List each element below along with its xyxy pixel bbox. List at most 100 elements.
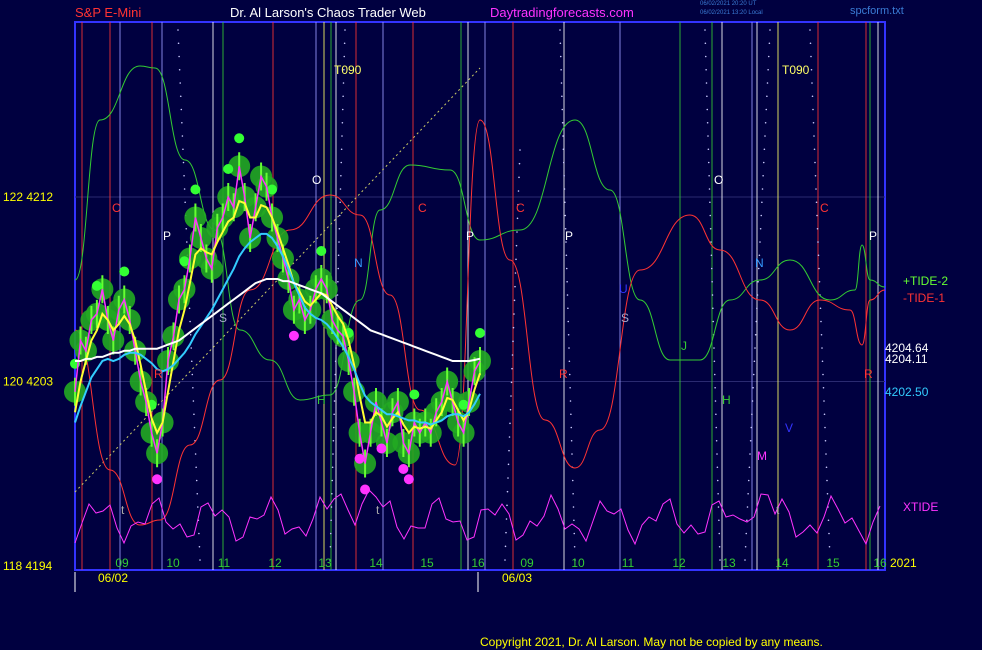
cycle-dot xyxy=(562,161,565,164)
hour-tick-label: 14 xyxy=(775,556,789,570)
cycle-dot xyxy=(510,395,512,397)
marker-letter: T090 xyxy=(782,63,810,77)
cycle-dot xyxy=(707,161,710,164)
cycle-dot xyxy=(715,439,718,442)
cycle-dot xyxy=(762,161,765,164)
cycle-dot xyxy=(189,333,192,336)
cycle-dot xyxy=(339,201,341,204)
copyright: Copyright 2021, Dr. Al Larson. May not b… xyxy=(480,635,823,649)
site-url[interactable]: Daytradingforecasts.com xyxy=(490,5,634,20)
cycle-dot xyxy=(195,479,198,482)
y-tick-label: 118 4194 xyxy=(3,559,52,573)
cycle-dot xyxy=(766,95,768,98)
marker-letter: C xyxy=(516,201,525,215)
marker-letter: P xyxy=(163,229,171,243)
cycle-dot xyxy=(333,400,336,402)
cycle-dot xyxy=(507,477,509,479)
swing-high-dot xyxy=(475,328,485,338)
cycle-dot xyxy=(811,82,813,84)
data-file: spcform.txt xyxy=(850,5,904,17)
cycle-dot xyxy=(761,188,764,190)
cycle-dot xyxy=(342,82,345,84)
marker-letter: H xyxy=(317,393,326,407)
cycle-dot xyxy=(769,29,771,31)
cycle-dot xyxy=(826,492,829,495)
hour-tick-label: 11 xyxy=(218,556,231,570)
marker-letter: T090 xyxy=(334,63,362,77)
marker-letter: U xyxy=(619,282,628,296)
cycle-dot xyxy=(519,149,521,151)
cycle-dot xyxy=(752,386,754,389)
cycle-dot xyxy=(707,148,710,151)
cycle-dot xyxy=(767,55,770,58)
cycle-dot xyxy=(340,161,343,164)
cycle-dot xyxy=(817,254,820,257)
cycle-dot xyxy=(516,231,518,233)
hour-tick-label: 10 xyxy=(571,556,585,570)
cycle-dot xyxy=(192,386,194,389)
cycle-dot xyxy=(809,42,812,45)
cycle-dot xyxy=(573,532,576,535)
cycle-dot xyxy=(505,518,508,520)
cycle-dot xyxy=(569,400,572,402)
cycle-dot xyxy=(818,280,821,283)
cycle-dot xyxy=(828,545,831,548)
cycle-dot xyxy=(559,29,561,31)
cycle-dot xyxy=(751,400,754,402)
swing-high-dot xyxy=(234,133,245,144)
hour-tick-label: 16 xyxy=(873,556,887,570)
marker-letter: N xyxy=(755,256,764,270)
cycle-dot xyxy=(713,373,716,376)
cycle-dot xyxy=(178,55,180,58)
swing-low-dot xyxy=(152,474,163,485)
cycle-dot xyxy=(706,95,708,98)
cycle-dot xyxy=(715,413,717,416)
cycle-dot xyxy=(568,373,571,376)
hour-tick-label: 15 xyxy=(826,556,840,570)
cycle-dot xyxy=(195,466,197,469)
cycle-dot xyxy=(511,367,513,370)
cycle-dot xyxy=(197,506,199,508)
marker-letter: R xyxy=(864,367,873,381)
cycle-dot xyxy=(712,320,715,323)
cycle-dot xyxy=(178,68,181,71)
cycle-dot xyxy=(182,161,185,164)
cycle-dot xyxy=(332,439,335,442)
cycle-dot xyxy=(747,492,749,495)
cycle-dot xyxy=(828,532,830,535)
timestamp-ut: 06/02/2021 20:20 UT xyxy=(700,1,757,7)
plot-area xyxy=(74,21,886,571)
cycle-dot xyxy=(718,519,720,522)
cycle-dot xyxy=(513,299,516,302)
cycle-dot xyxy=(718,545,721,548)
swing-high-dot xyxy=(267,184,278,195)
cycle-dot xyxy=(343,55,346,58)
cycle-dot xyxy=(561,95,563,98)
cycle-dot xyxy=(511,354,514,356)
hour-tick-label: 10 xyxy=(166,556,180,570)
cycle-dot xyxy=(339,188,342,190)
cycle-dot xyxy=(816,214,818,217)
hour-tick-label: 14 xyxy=(369,556,383,570)
cycle-dot xyxy=(570,426,573,429)
swing-low-dot xyxy=(398,464,409,474)
swing-low-dot xyxy=(360,484,371,495)
cycle-dot xyxy=(334,386,336,389)
marker-letter: S xyxy=(621,311,629,325)
hour-tick-label: 13 xyxy=(722,556,736,570)
cycle-dot xyxy=(820,320,822,323)
cycle-dot xyxy=(331,492,333,495)
cycle-dot xyxy=(509,422,511,425)
cycle-dot xyxy=(177,29,179,31)
cycle-dot xyxy=(331,466,334,469)
cycle-dot xyxy=(711,280,713,283)
cycle-dot xyxy=(337,267,340,270)
cycle-dot xyxy=(709,214,712,217)
marker-letter: R xyxy=(559,367,568,381)
cycle-dot xyxy=(816,227,819,230)
cycle-dot xyxy=(340,174,342,177)
cycle-dot xyxy=(181,135,184,137)
cycle-dot xyxy=(818,267,820,270)
cycle-dot xyxy=(710,267,713,270)
cycle-dot xyxy=(712,307,714,310)
